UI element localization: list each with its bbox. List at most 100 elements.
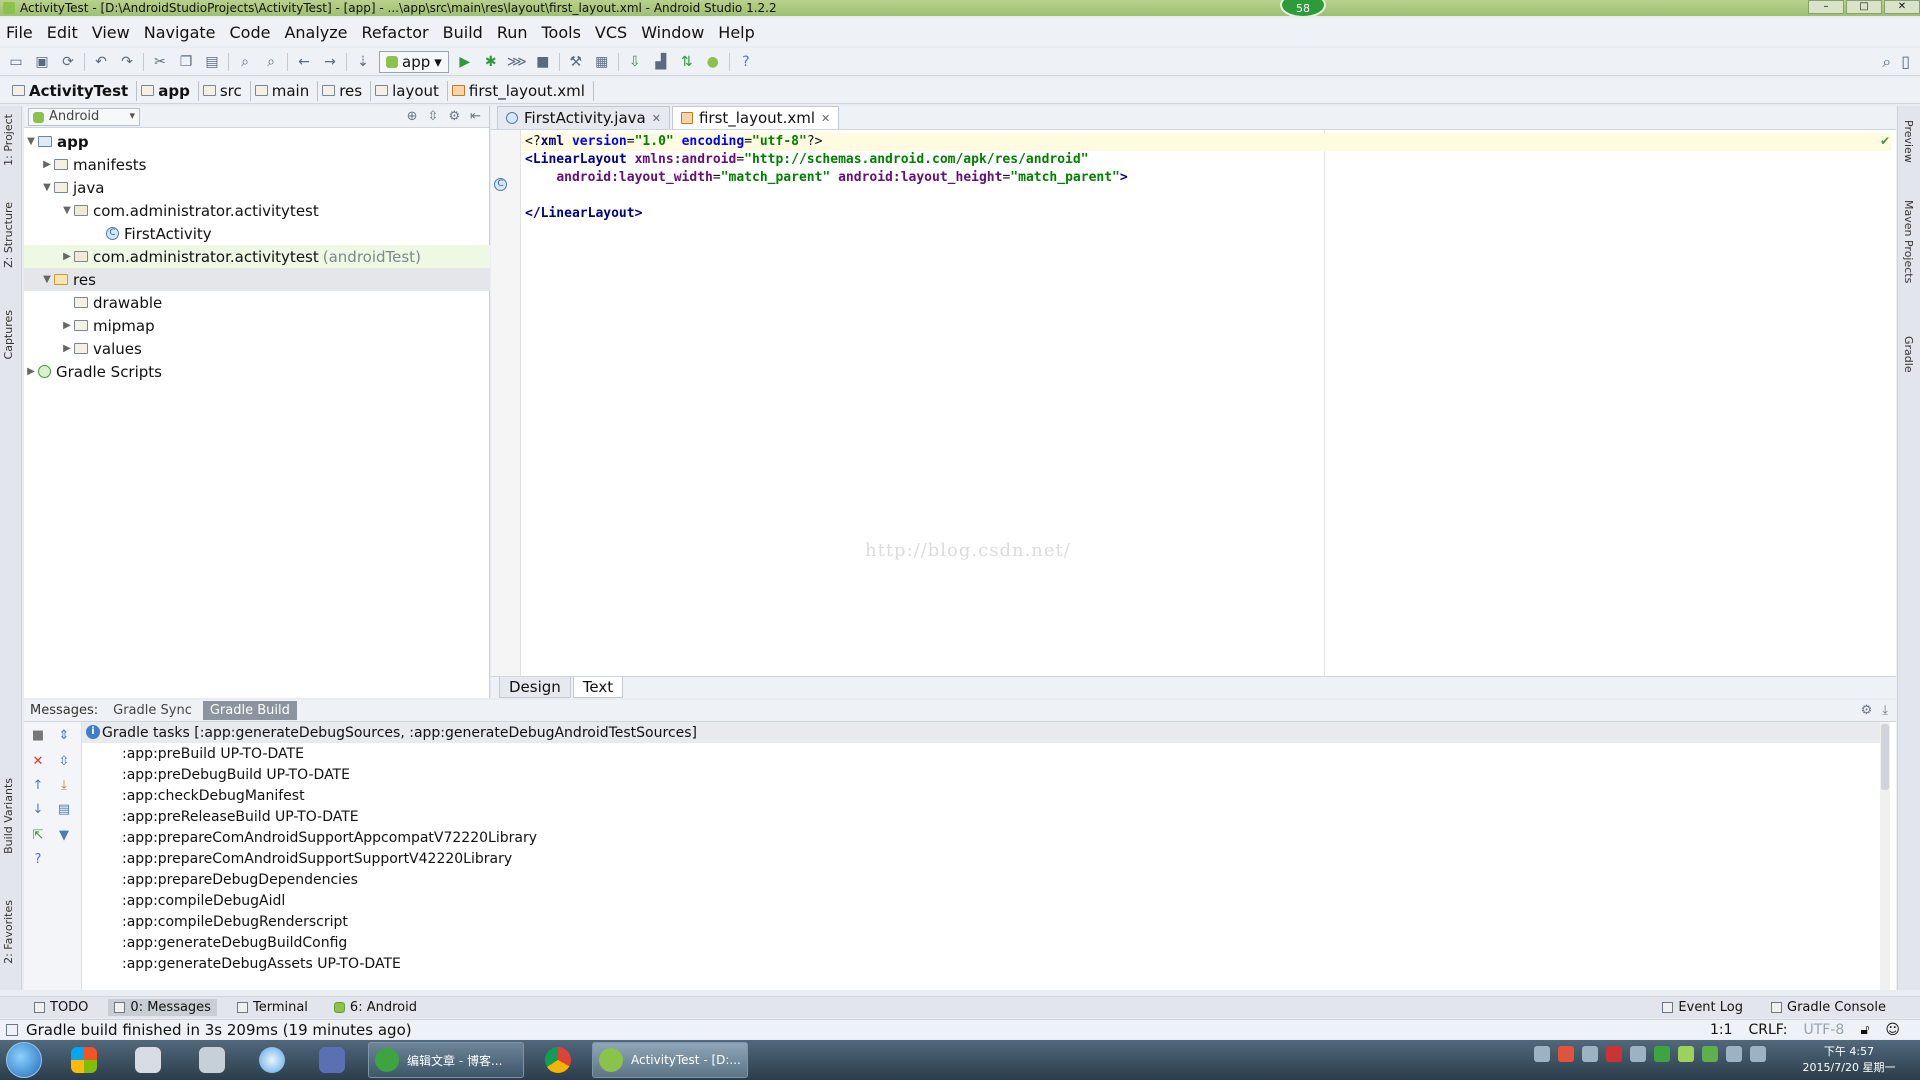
project-view-select[interactable]: Android: [28, 107, 140, 126]
clock[interactable]: 下午 4:57 2015/7/20 星期一: [1790, 1044, 1908, 1076]
tree-node-manifests[interactable]: ▶ manifests: [24, 153, 490, 176]
expand-arrow-icon[interactable]: ▼: [24, 136, 38, 147]
message-line[interactable]: :app:prepareComAndroidSupportSupportV422…: [82, 848, 1882, 869]
collapse-arrow-icon[interactable]: ▶: [60, 251, 74, 262]
redo-icon[interactable]: ↷: [117, 52, 137, 72]
toggle-tool-windows-icon[interactable]: [6, 1023, 18, 1036]
expand-arrow-icon[interactable]: ▼: [40, 274, 54, 285]
status-message[interactable]: Gradle build finished in 3s 209ms (19 mi…: [26, 1021, 412, 1039]
maximize-button[interactable]: □: [1846, 0, 1882, 14]
tool-button-terminal[interactable]: Terminal: [231, 999, 314, 1016]
taskbar-app[interactable]: [304, 1043, 360, 1077]
collapse-arrow-icon[interactable]: ▶: [40, 159, 54, 170]
tool-button-todo[interactable]: TODO: [28, 999, 94, 1016]
tree-node-firstactivity[interactable]: C FirstActivity: [24, 222, 490, 245]
breadcrumb-item[interactable]: res: [318, 80, 372, 101]
message-line[interactable]: :app:compileDebugAidl: [82, 890, 1882, 911]
avd-manager-icon[interactable]: ⇩: [625, 52, 645, 72]
hide-panel-icon[interactable]: ⇤: [470, 109, 481, 124]
gear-icon[interactable]: ⚙: [448, 109, 460, 124]
sync-icon[interactable]: ⟳: [58, 52, 78, 72]
find-icon[interactable]: ⌕: [235, 52, 255, 72]
menu-run[interactable]: Run: [497, 23, 528, 42]
forward-icon[interactable]: →: [320, 52, 340, 72]
tool-tab-structure[interactable]: Z: Structure: [2, 202, 15, 268]
taskbar-app-chrome[interactable]: [530, 1043, 586, 1077]
lock-icon[interactable]: 🔓︎: [1860, 1022, 1869, 1038]
menu-help[interactable]: Help: [718, 23, 754, 42]
tree-node-mipmap[interactable]: ▶ mipmap: [24, 314, 490, 337]
tab-text[interactable]: Text: [572, 677, 624, 698]
tab-gradle-sync[interactable]: Gradle Sync: [106, 701, 199, 720]
autoscroll-icon[interactable]: ▤: [56, 802, 72, 818]
tray-app-icon[interactable]: [1678, 1046, 1694, 1062]
tree-node-drawable[interactable]: drawable: [24, 291, 490, 314]
expand-arrow-icon[interactable]: ▼: [60, 205, 74, 216]
previous-icon[interactable]: ↑: [30, 778, 46, 794]
tree-node-java[interactable]: ▼ java: [24, 176, 490, 199]
sdk-manager-icon[interactable]: ▦: [592, 52, 612, 72]
taskbar-window-browser[interactable]: 编辑文章 - 博客...: [368, 1042, 524, 1078]
message-group-header[interactable]: i Gradle tasks [:app:generateDebugSource…: [82, 722, 1880, 743]
code-area[interactable]: <?xml version="1.0" encoding="utf-8"?> <…: [521, 133, 1891, 223]
message-line[interactable]: :app:compileDebugRenderscript: [82, 911, 1882, 932]
tool-tab-preview[interactable]: Preview: [1902, 120, 1915, 163]
breadcrumb-item[interactable]: layout: [371, 80, 448, 101]
cut-icon[interactable]: ✂: [150, 52, 170, 72]
tree-node-values[interactable]: ▶ values: [24, 337, 490, 360]
tool-button-android[interactable]: 6: Android: [328, 999, 423, 1016]
tree-node-res[interactable]: ▼ res: [24, 268, 490, 291]
paste-icon[interactable]: ▤: [202, 52, 222, 72]
taskbar-window-android-studio[interactable]: ActivityTest - [D:...: [592, 1042, 748, 1078]
help-icon[interactable]: ?: [736, 52, 756, 72]
tree-node-app[interactable]: ▼ app: [24, 130, 490, 153]
tool-tab-project[interactable]: 1: Project: [2, 114, 15, 166]
device-monitor-icon[interactable]: ▟: [651, 52, 671, 72]
stop-icon[interactable]: ■: [30, 728, 46, 744]
presentation-icon[interactable]: ▯: [1901, 52, 1910, 72]
taskbar-app[interactable]: [184, 1043, 240, 1077]
back-icon[interactable]: ←: [294, 52, 314, 72]
tool-tab-favorites[interactable]: 2: Favorites: [2, 900, 15, 964]
search-everywhere-icon[interactable]: ⌕: [1882, 52, 1891, 72]
next-icon[interactable]: ↓: [30, 802, 46, 818]
tree-node-gradle-scripts[interactable]: ▶ Gradle Scripts: [24, 360, 490, 383]
tray-volume-icon[interactable]: [1750, 1046, 1766, 1062]
menu-window[interactable]: Window: [641, 23, 704, 42]
breadcrumb-item[interactable]: first_layout.xml: [448, 80, 594, 101]
stop-icon[interactable]: ■: [533, 52, 553, 72]
class-reference-icon[interactable]: C: [494, 178, 507, 191]
make-project-icon[interactable]: ⇣: [353, 52, 373, 72]
expand-all-icon[interactable]: ⇕: [56, 728, 72, 744]
message-line[interactable]: :app:prepareComAndroidSupportAppcompatV7…: [82, 827, 1882, 848]
sync-gradle-icon[interactable]: ⇅: [677, 52, 697, 72]
debug-icon[interactable]: ✱: [481, 52, 501, 72]
gear-icon[interactable]: ⚙: [1861, 703, 1873, 718]
tool-button-messages[interactable]: 0: Messages: [108, 999, 217, 1016]
close-tab-icon[interactable]: ✕: [821, 112, 830, 125]
tray-network-icon[interactable]: [1726, 1046, 1742, 1062]
tray-app-icon[interactable]: [1702, 1046, 1718, 1062]
message-line[interactable]: :app:generateDebugBuildConfig: [82, 932, 1882, 953]
tool-button-gradle-console[interactable]: Gradle Console: [1765, 999, 1892, 1016]
tray-app-icon[interactable]: [1630, 1046, 1646, 1062]
menu-analyze[interactable]: Analyze: [284, 23, 347, 42]
message-line[interactable]: :app:preReleaseBuild UP-TO-DATE: [82, 806, 1882, 827]
tray-shield-icon[interactable]: [1654, 1046, 1670, 1062]
menu-vcs[interactable]: VCS: [595, 23, 627, 42]
breadcrumb-item[interactable]: main: [251, 80, 319, 101]
filter-icon[interactable]: ▼: [56, 828, 72, 844]
replace-icon[interactable]: ⌕: [261, 52, 281, 72]
tray-app-icon[interactable]: [1606, 1046, 1622, 1062]
tool-tab-captures[interactable]: Captures: [2, 310, 15, 359]
menu-code[interactable]: Code: [230, 23, 271, 42]
menu-refactor[interactable]: Refactor: [362, 23, 429, 42]
tab-first-layout-xml[interactable]: first_layout.xml ✕: [671, 106, 840, 129]
copy-icon[interactable]: ❐: [176, 52, 196, 72]
tray-speaker-icon[interactable]: [1558, 1046, 1574, 1062]
message-line[interactable]: :app:checkDebugManifest: [82, 785, 1882, 806]
undo-icon[interactable]: ↶: [91, 52, 111, 72]
help-icon[interactable]: ?: [30, 852, 46, 868]
collapse-all-icon[interactable]: ⇳: [428, 109, 439, 124]
menu-edit[interactable]: Edit: [47, 23, 78, 42]
